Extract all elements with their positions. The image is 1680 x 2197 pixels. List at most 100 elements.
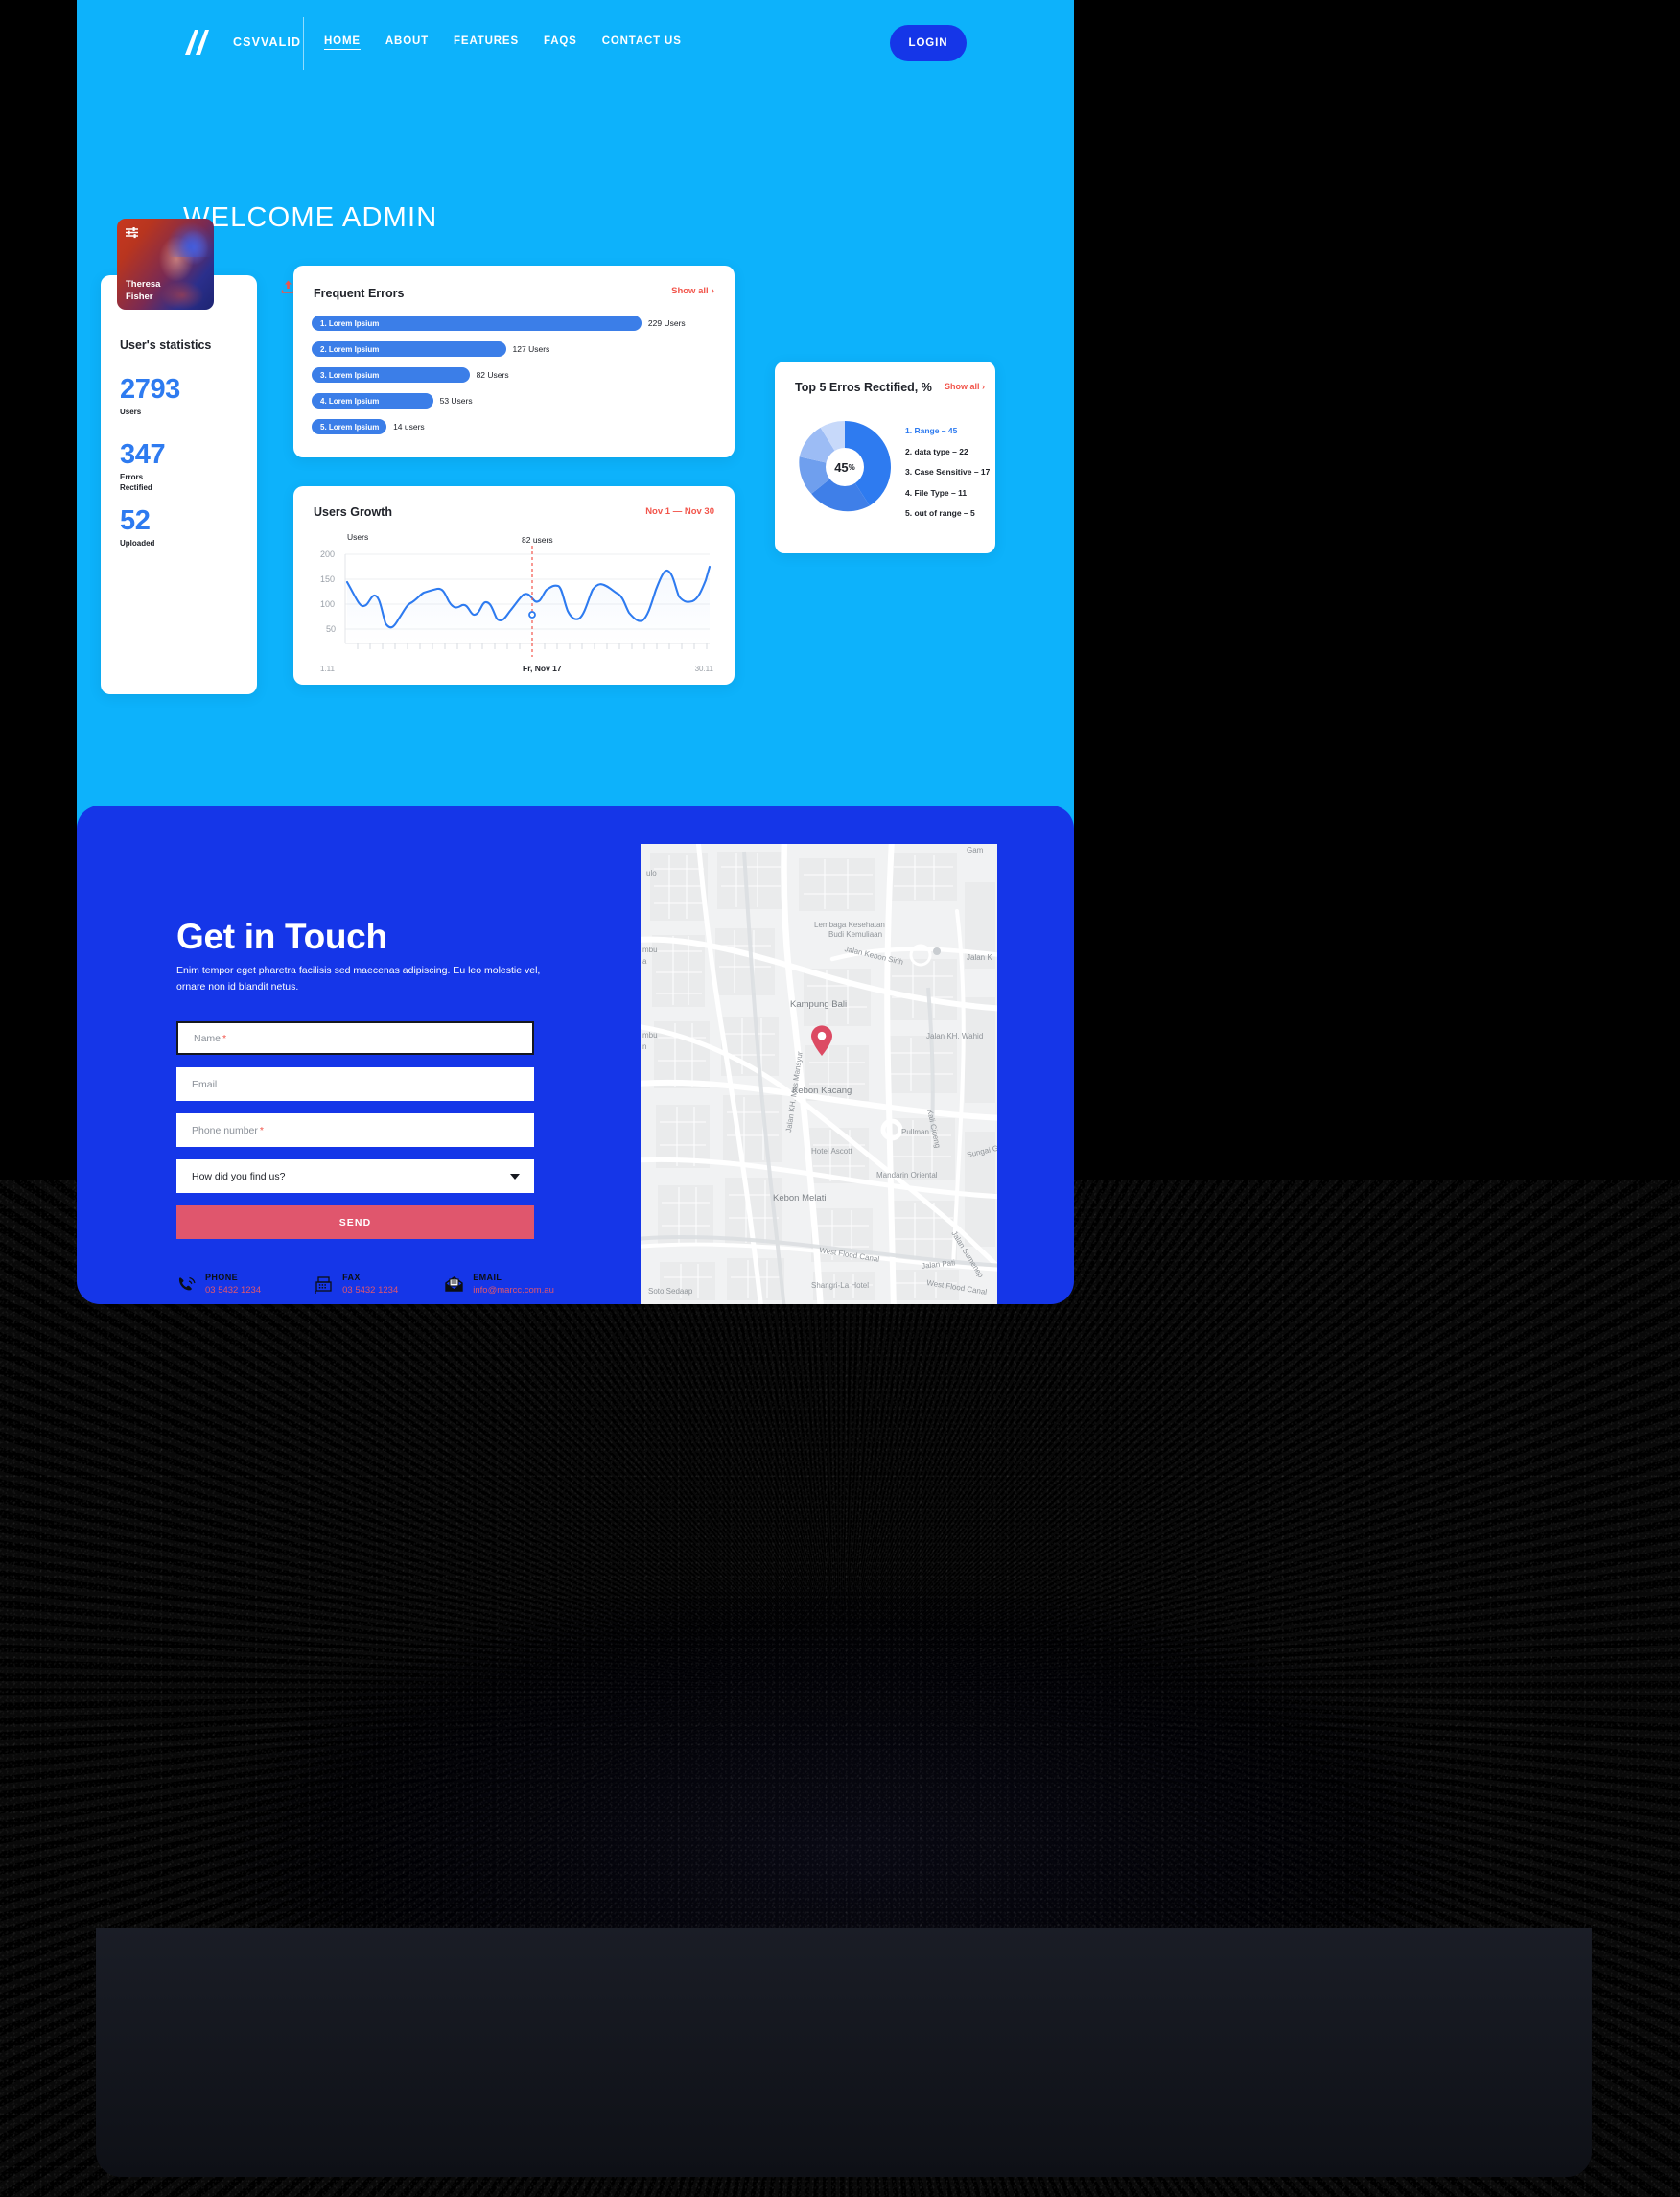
table-row[interactable]: 1. Lorem Ipsium 229 Users [312, 316, 716, 331]
nav-link-about[interactable]: ABOUT [385, 35, 429, 47]
map-label: Shangri-La Hotel [811, 1281, 870, 1290]
contact-fax[interactable]: FAX 03 5432 1234 [314, 1273, 398, 1296]
frequent-errors-header: Frequent Errors Show all › [314, 285, 714, 302]
avatar[interactable]: Theresa Fisher [117, 219, 214, 310]
error-bar-value: 14 users [393, 422, 425, 432]
map-label: Kebon Melati [773, 1193, 827, 1204]
contact-phone-text: PHONE 03 5432 1234 [205, 1273, 262, 1296]
contact-phone[interactable]: PHONE 03 5432 1234 [176, 1273, 261, 1296]
name-field[interactable]: Name * [176, 1021, 534, 1055]
brand-name: CSVVALID [233, 35, 302, 49]
nav-link-contact-us[interactable]: CONTACT US [602, 35, 682, 47]
table-row[interactable]: 4. Lorem Ipsium 53 Users [312, 393, 716, 409]
required-marker: * [222, 1032, 227, 1044]
map-label: Hotel Ascott [811, 1147, 852, 1156]
nav-divider [303, 17, 304, 70]
error-bar-value: 127 Users [512, 344, 550, 354]
screenshot-stage: CSVVALID HOME ABOUT FEATURES FAQS CONTAC… [0, 0, 1680, 2197]
error-bar: 4. Lorem Ipsium [312, 393, 433, 409]
top-errors-title: Top 5 Erros Rectified, % [795, 381, 932, 394]
contact-title: Get in Touch [176, 917, 387, 956]
map-label: mbu [642, 1031, 658, 1040]
nav-links: HOME ABOUT FEATURES FAQS CONTACT US [324, 35, 682, 47]
error-bar: 5. Lorem Ipsium [312, 419, 387, 434]
nav-link-home[interactable]: HOME [324, 35, 361, 47]
map-label: Soto Sedaap [648, 1287, 693, 1296]
stat-users: 2793 Users [120, 374, 180, 418]
map-label: Kampung Bali [790, 999, 848, 1010]
avatar-photo-highlight [167, 222, 213, 257]
map-label: Jalan KH. Wahid [926, 1032, 984, 1040]
sliders-icon[interactable] [125, 226, 139, 239]
error-bar: 3. Lorem Ipsium [312, 367, 470, 383]
map-label: a [642, 957, 647, 966]
list-item: 3. Case Sensitive – 17 [905, 467, 991, 477]
table-row[interactable]: 5. Lorem Ipsium 14 users [312, 419, 716, 434]
map-label: Lembaga Kesehatan [814, 921, 885, 929]
chevron-right-icon: › [711, 286, 714, 296]
contact-email-text: EMAIL info@marcc.com.au [473, 1273, 554, 1296]
top-navbar: CSVVALID HOME ABOUT FEATURES FAQS CONTAC… [77, 0, 1074, 86]
error-bar-value: 229 Users [647, 318, 686, 328]
page-title: WELCOME ADMIN [183, 202, 438, 233]
donut-legend: 1. Range – 45 2. data type – 22 3. Case … [905, 426, 990, 529]
map-label: ulo [646, 869, 657, 877]
users-growth-x-mid: Fr, Nov 17 [523, 664, 562, 673]
contact-email[interactable]: EMAIL info@marcc.com.au [444, 1273, 554, 1296]
donut-chart: 45% [795, 417, 895, 517]
map-pin-icon[interactable] [809, 1024, 834, 1057]
users-growth-title: Users Growth [314, 505, 392, 519]
user-statistics-title: User's statistics [120, 339, 212, 352]
users-growth-card: Users Growth Nov 1 — Nov 30 Users 82 use… [293, 486, 735, 685]
svg-text:100: 100 [320, 599, 335, 609]
table-row[interactable]: 2. Lorem Ipsium 127 Users [312, 341, 716, 357]
get-in-touch-section: Get in Touch Enim tempor eget pharetra f… [77, 806, 1074, 1304]
list-item: 1. Range – 45 [905, 426, 958, 435]
email-field[interactable]: Email [176, 1067, 534, 1101]
list-item: 5. out of range – 5 [905, 508, 975, 518]
map-label: Pullman [901, 1128, 929, 1136]
stat-users-label: Users [120, 408, 142, 416]
map-label: Gam [967, 846, 984, 854]
table-row[interactable]: 3. Lorem Ipsium 82 Users [312, 367, 716, 383]
stat-errors-value: 347 [120, 439, 166, 470]
nav-link-faqs[interactable]: FAQS [544, 35, 577, 47]
donut-center-label: 45% [826, 448, 864, 486]
error-bar: 2. Lorem Ipsium [312, 341, 506, 357]
stat-uploaded: 52 Uploaded [120, 505, 154, 549]
svg-text:150: 150 [320, 574, 335, 584]
stat-uploaded-label: Uploaded [120, 539, 155, 548]
frequent-errors-title: Frequent Errors [314, 287, 405, 300]
avatar-name: Theresa Fisher [126, 279, 161, 302]
contact-fax-text: FAX 03 5432 1234 [342, 1273, 399, 1296]
frequent-errors-card: Frequent Errors Show all › 1. Lorem Ipsiu… [293, 266, 735, 457]
top-errors-show-all[interactable]: Show all › [945, 382, 985, 391]
phone-icon [176, 1275, 198, 1295]
stat-errors-rectified: 347 Errors Rectified [120, 439, 166, 493]
svg-text:200: 200 [320, 549, 335, 559]
user-statistics-card: User's statistics 2793 Users 347 Errors … [101, 275, 257, 694]
map-label: Budi Kemuliaan [828, 930, 883, 939]
phone-number-field[interactable]: Phone number * [176, 1113, 534, 1147]
stat-users-value: 2793 [120, 374, 180, 405]
how-did-you-find-us-select[interactable]: How did you find us? [176, 1159, 534, 1193]
location-map[interactable]: ulo Gam Lembaga Kesehatan Budi Kemuliaan… [641, 844, 997, 1304]
frequent-errors-show-all[interactable]: Show all › [671, 286, 714, 296]
login-button[interactable]: LOGIN [890, 25, 967, 61]
map-label: Jalan K [967, 953, 992, 962]
email-icon [444, 1275, 465, 1295]
contact-subtitle: Enim tempor eget pharetra facilisis sed … [176, 965, 541, 993]
users-growth-line-chart: 200 150 100 50 [315, 544, 715, 661]
users-growth-x-start: 1.11 [320, 665, 335, 673]
users-growth-x-end: 30.11 [694, 665, 713, 673]
map-label: mbu [642, 946, 658, 954]
svg-text:50: 50 [326, 624, 336, 634]
error-bar-value: 82 Users [476, 370, 509, 380]
nav-link-features[interactable]: FEATURES [454, 35, 519, 47]
error-bar-value: 53 Users [439, 396, 473, 406]
list-item: 2. data type – 22 [905, 446, 968, 456]
map-label: Mandarin Oriental [876, 1171, 938, 1180]
wave-logo-icon[interactable] [182, 28, 217, 57]
chevron-down-icon [510, 1173, 520, 1180]
send-button[interactable]: SEND [176, 1205, 534, 1239]
